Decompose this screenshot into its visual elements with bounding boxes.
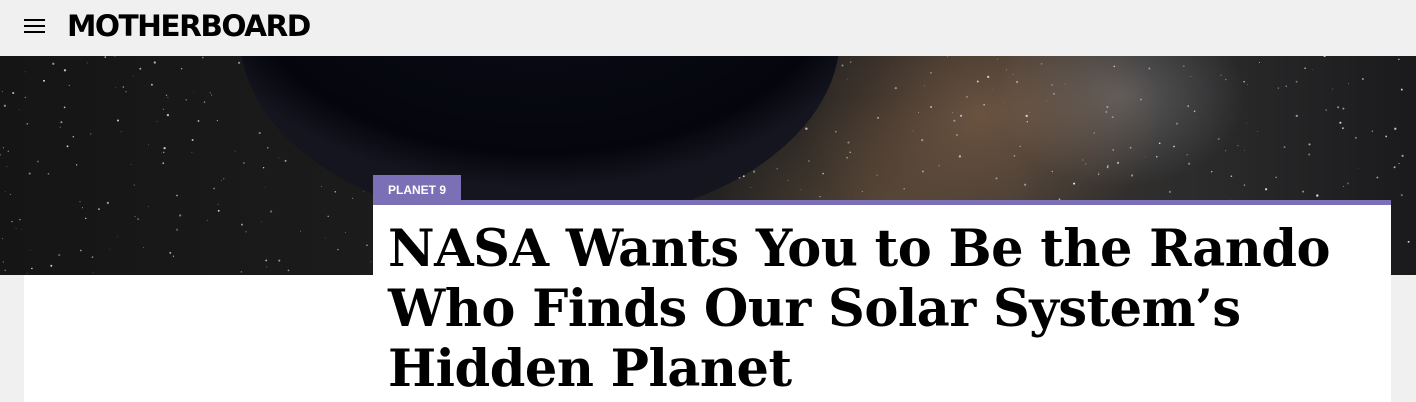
menu-bar-bottom [24, 31, 45, 33]
hamburger-menu-icon[interactable] [22, 16, 48, 38]
content-column-left [24, 275, 373, 402]
menu-bar-middle [24, 25, 45, 27]
article-category-tag[interactable]: PLANET 9 [373, 175, 462, 200]
menu-bar-top [24, 19, 45, 21]
site-header: MOTHERBOARD [0, 0, 1416, 56]
article-headline: NASA Wants You to Be the Rando Who Finds… [388, 219, 1331, 399]
site-logo[interactable]: MOTHERBOARD [67, 6, 311, 46]
